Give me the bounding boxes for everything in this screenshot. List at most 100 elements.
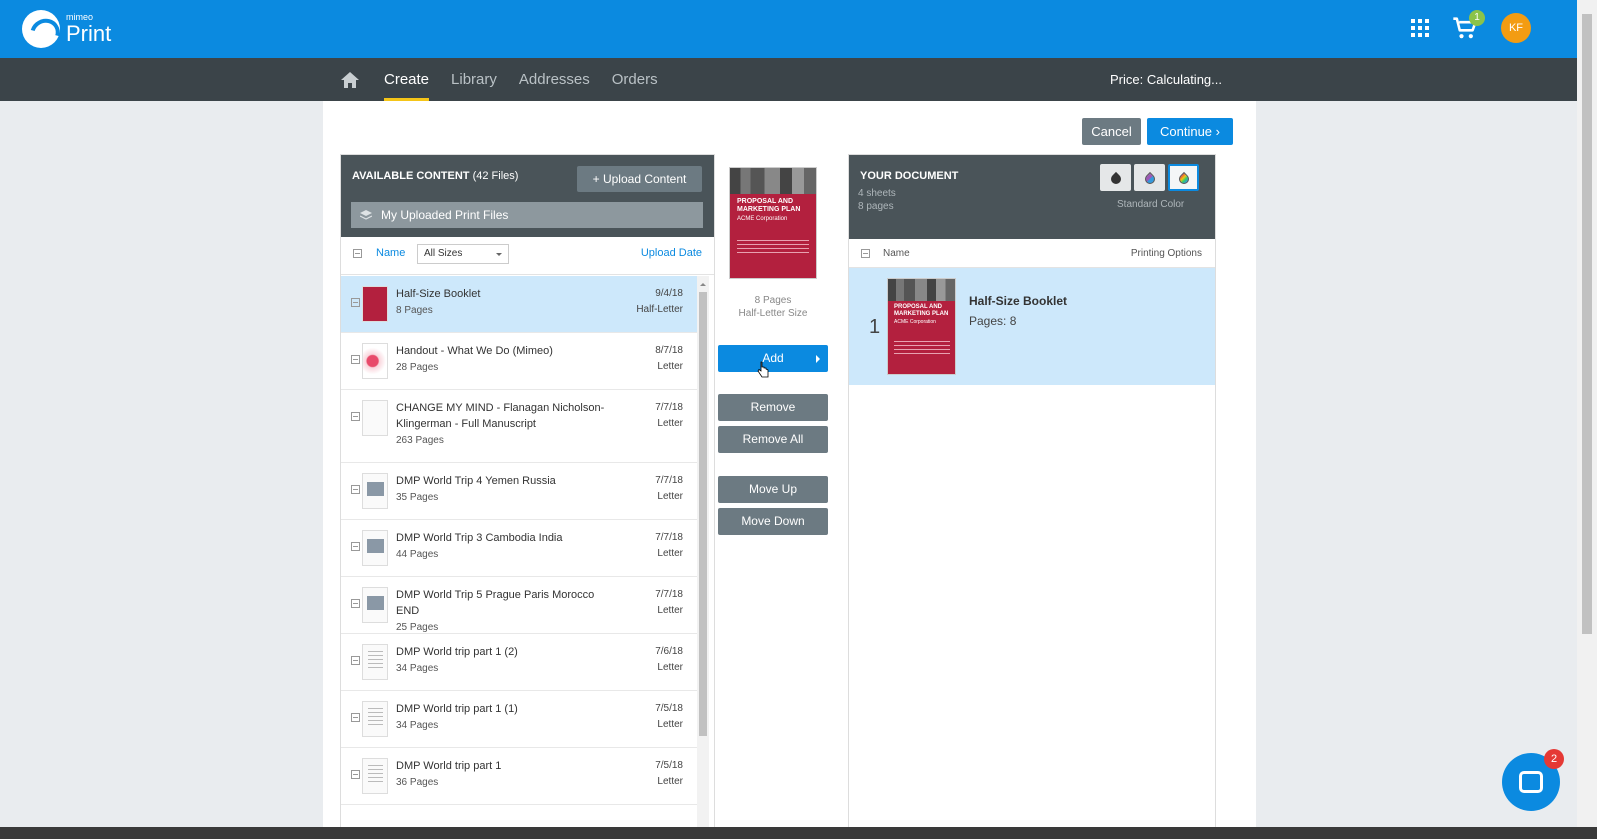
scrollbar-thumb[interactable]	[699, 292, 707, 736]
file-thumbnail	[362, 758, 388, 794]
file-row[interactable]: CHANGE MY MIND - Flanagan Nicholson-Klin…	[341, 390, 697, 463]
remove-all-button[interactable]: Remove All	[718, 426, 828, 453]
file-pages: 34 Pages	[396, 663, 439, 674]
arrow-right-icon	[816, 355, 820, 363]
file-thumbnail	[362, 473, 388, 509]
file-size: Letter	[657, 418, 683, 429]
sheet-count: 4 sheets	[858, 188, 896, 199]
file-size: Letter	[657, 361, 683, 372]
file-row[interactable]: Handout - What We Do (Mimeo) 28 Pages 8/7…	[341, 333, 697, 390]
file-thumbnail	[362, 644, 388, 680]
standard-color-option[interactable]	[1168, 164, 1199, 191]
taskbar	[0, 827, 1597, 839]
file-pages: 8 Pages	[396, 305, 433, 316]
file-thumbnail	[362, 400, 388, 436]
cancel-button[interactable]: Cancel	[1082, 118, 1141, 145]
collapse-all-icon[interactable]	[353, 249, 362, 258]
expand-icon[interactable]	[351, 713, 360, 722]
file-date: 7/5/18	[655, 760, 683, 771]
add-button[interactable]: Add	[718, 345, 828, 372]
file-row[interactable]: DMP World trip part 1 36 Pages 7/5/18 Lett…	[341, 748, 697, 805]
user-avatar[interactable]: KF	[1501, 13, 1531, 43]
color-mode-selector	[1100, 164, 1199, 191]
page-count: 8 pages	[858, 201, 894, 212]
your-document-title: YOUR DOCUMENT	[860, 170, 959, 182]
file-row[interactable]: DMP World Trip 4 Yemen Russia 35 Pages 7/…	[341, 463, 697, 520]
upload-content-button[interactable]: + Upload Content	[577, 166, 702, 192]
file-date: 8/7/18	[655, 345, 683, 356]
mimeo-print-logo[interactable]: mimeo Print	[22, 10, 111, 48]
expand-icon[interactable]	[351, 599, 360, 608]
file-size: Letter	[657, 605, 683, 616]
collapse-all-icon[interactable]	[861, 249, 870, 258]
preview-pages: 8 Pages	[754, 295, 792, 306]
file-pages: 263 Pages	[396, 435, 444, 446]
hand-cursor-icon	[757, 361, 769, 378]
nav-tab-library[interactable]: Library	[451, 58, 497, 101]
chat-icon	[1519, 771, 1543, 793]
economy-color-option[interactable]	[1134, 164, 1165, 191]
thumb-company: ACME Corporation	[894, 319, 936, 325]
thumb-title: PROPOSAL AND MARKETING PLAN	[894, 304, 949, 317]
apps-grid-icon[interactable]	[1411, 19, 1429, 37]
black-white-option[interactable]	[1100, 164, 1131, 191]
folder-label: My Uploaded Print Files	[381, 208, 509, 222]
main-panel: Cancel Continue › AVAILABLE CONTENT (42 …	[323, 101, 1256, 839]
document-item[interactable]: 1 PROPOSAL AND MARKETING PLAN ACME Corpo…	[849, 268, 1215, 385]
file-row[interactable]: DMP World Trip 5 Prague Paris Morocco EN…	[341, 577, 697, 634]
file-thumbnail	[362, 530, 388, 566]
size-filter-select[interactable]: All Sizes	[417, 244, 509, 264]
file-list-scrollbar[interactable]	[697, 276, 709, 838]
nav-tab-addresses[interactable]: Addresses	[519, 58, 590, 101]
file-name: Handout - What We Do (Mimeo)	[396, 345, 553, 357]
cart-button[interactable]: 1	[1451, 10, 1485, 42]
file-name: DMP World trip part 1 (1)	[396, 703, 518, 715]
item-index: 1	[869, 316, 881, 338]
scroll-up-arrow-icon[interactable]	[700, 280, 706, 286]
move-down-button[interactable]: Move Down	[718, 508, 828, 535]
price-status: Price: Calculating...	[1110, 72, 1222, 87]
expand-icon[interactable]	[351, 542, 360, 551]
chat-widget-button[interactable]: 2	[1502, 749, 1564, 811]
file-date: 7/7/18	[655, 532, 683, 543]
window-scrollbar[interactable]	[1577, 0, 1597, 839]
preview-title: PROPOSAL AND MARKETING PLAN	[737, 198, 801, 213]
layers-icon	[360, 210, 372, 220]
nav-tab-create[interactable]: Create	[384, 58, 430, 101]
file-pages: 36 Pages	[396, 777, 439, 788]
file-pages: 25 Pages	[396, 622, 439, 633]
file-pages: 35 Pages	[396, 492, 439, 503]
file-row[interactable]: DMP World trip part 1 (2) 34 Pages 7/6/18…	[341, 634, 697, 691]
expand-icon[interactable]	[351, 485, 360, 494]
file-name: DMP World trip part 1	[396, 760, 502, 772]
sort-by-upload-date[interactable]: Upload Date	[641, 247, 702, 259]
remove-button[interactable]: Remove	[718, 394, 828, 421]
file-pages: 34 Pages	[396, 720, 439, 731]
expand-icon[interactable]	[351, 298, 360, 307]
move-up-button[interactable]: Move Up	[718, 476, 828, 503]
sort-by-name[interactable]: Name	[376, 247, 405, 259]
file-pages: 44 Pages	[396, 549, 439, 560]
file-row[interactable]: DMP World Trip 3 Cambodia India 44 Pages …	[341, 520, 697, 577]
file-size: Letter	[657, 662, 683, 673]
file-row[interactable]: Half-Size Booklet 8 Pages 9/4/18 Half-Lett…	[341, 276, 697, 333]
folder-selector[interactable]: My Uploaded Print Files	[351, 202, 703, 228]
file-thumbnail	[362, 587, 388, 623]
window-scrollbar-thumb[interactable]	[1582, 14, 1592, 634]
continue-button[interactable]: Continue ›	[1147, 118, 1233, 145]
file-count: (42 Files)	[472, 170, 519, 182]
expand-icon[interactable]	[351, 412, 360, 421]
file-row[interactable]: DMP World trip part 1 (1) 34 Pages 7/5/18…	[341, 691, 697, 748]
expand-icon[interactable]	[351, 355, 360, 364]
expand-icon[interactable]	[351, 770, 360, 779]
file-name: DMP World trip part 1 (2)	[396, 646, 518, 658]
logo-icon	[22, 10, 60, 48]
chat-unread-badge: 2	[1544, 749, 1564, 769]
document-thumbnail: PROPOSAL AND MARKETING PLAN ACME Corpora…	[887, 278, 956, 375]
expand-icon[interactable]	[351, 656, 360, 665]
file-thumbnail	[362, 286, 388, 322]
doc-col-name: Name	[883, 248, 910, 259]
nav-tab-orders[interactable]: Orders	[612, 58, 658, 101]
file-name: DMP World Trip 5 Prague Paris Morocco EN…	[396, 589, 595, 617]
home-icon[interactable]	[340, 71, 360, 89]
